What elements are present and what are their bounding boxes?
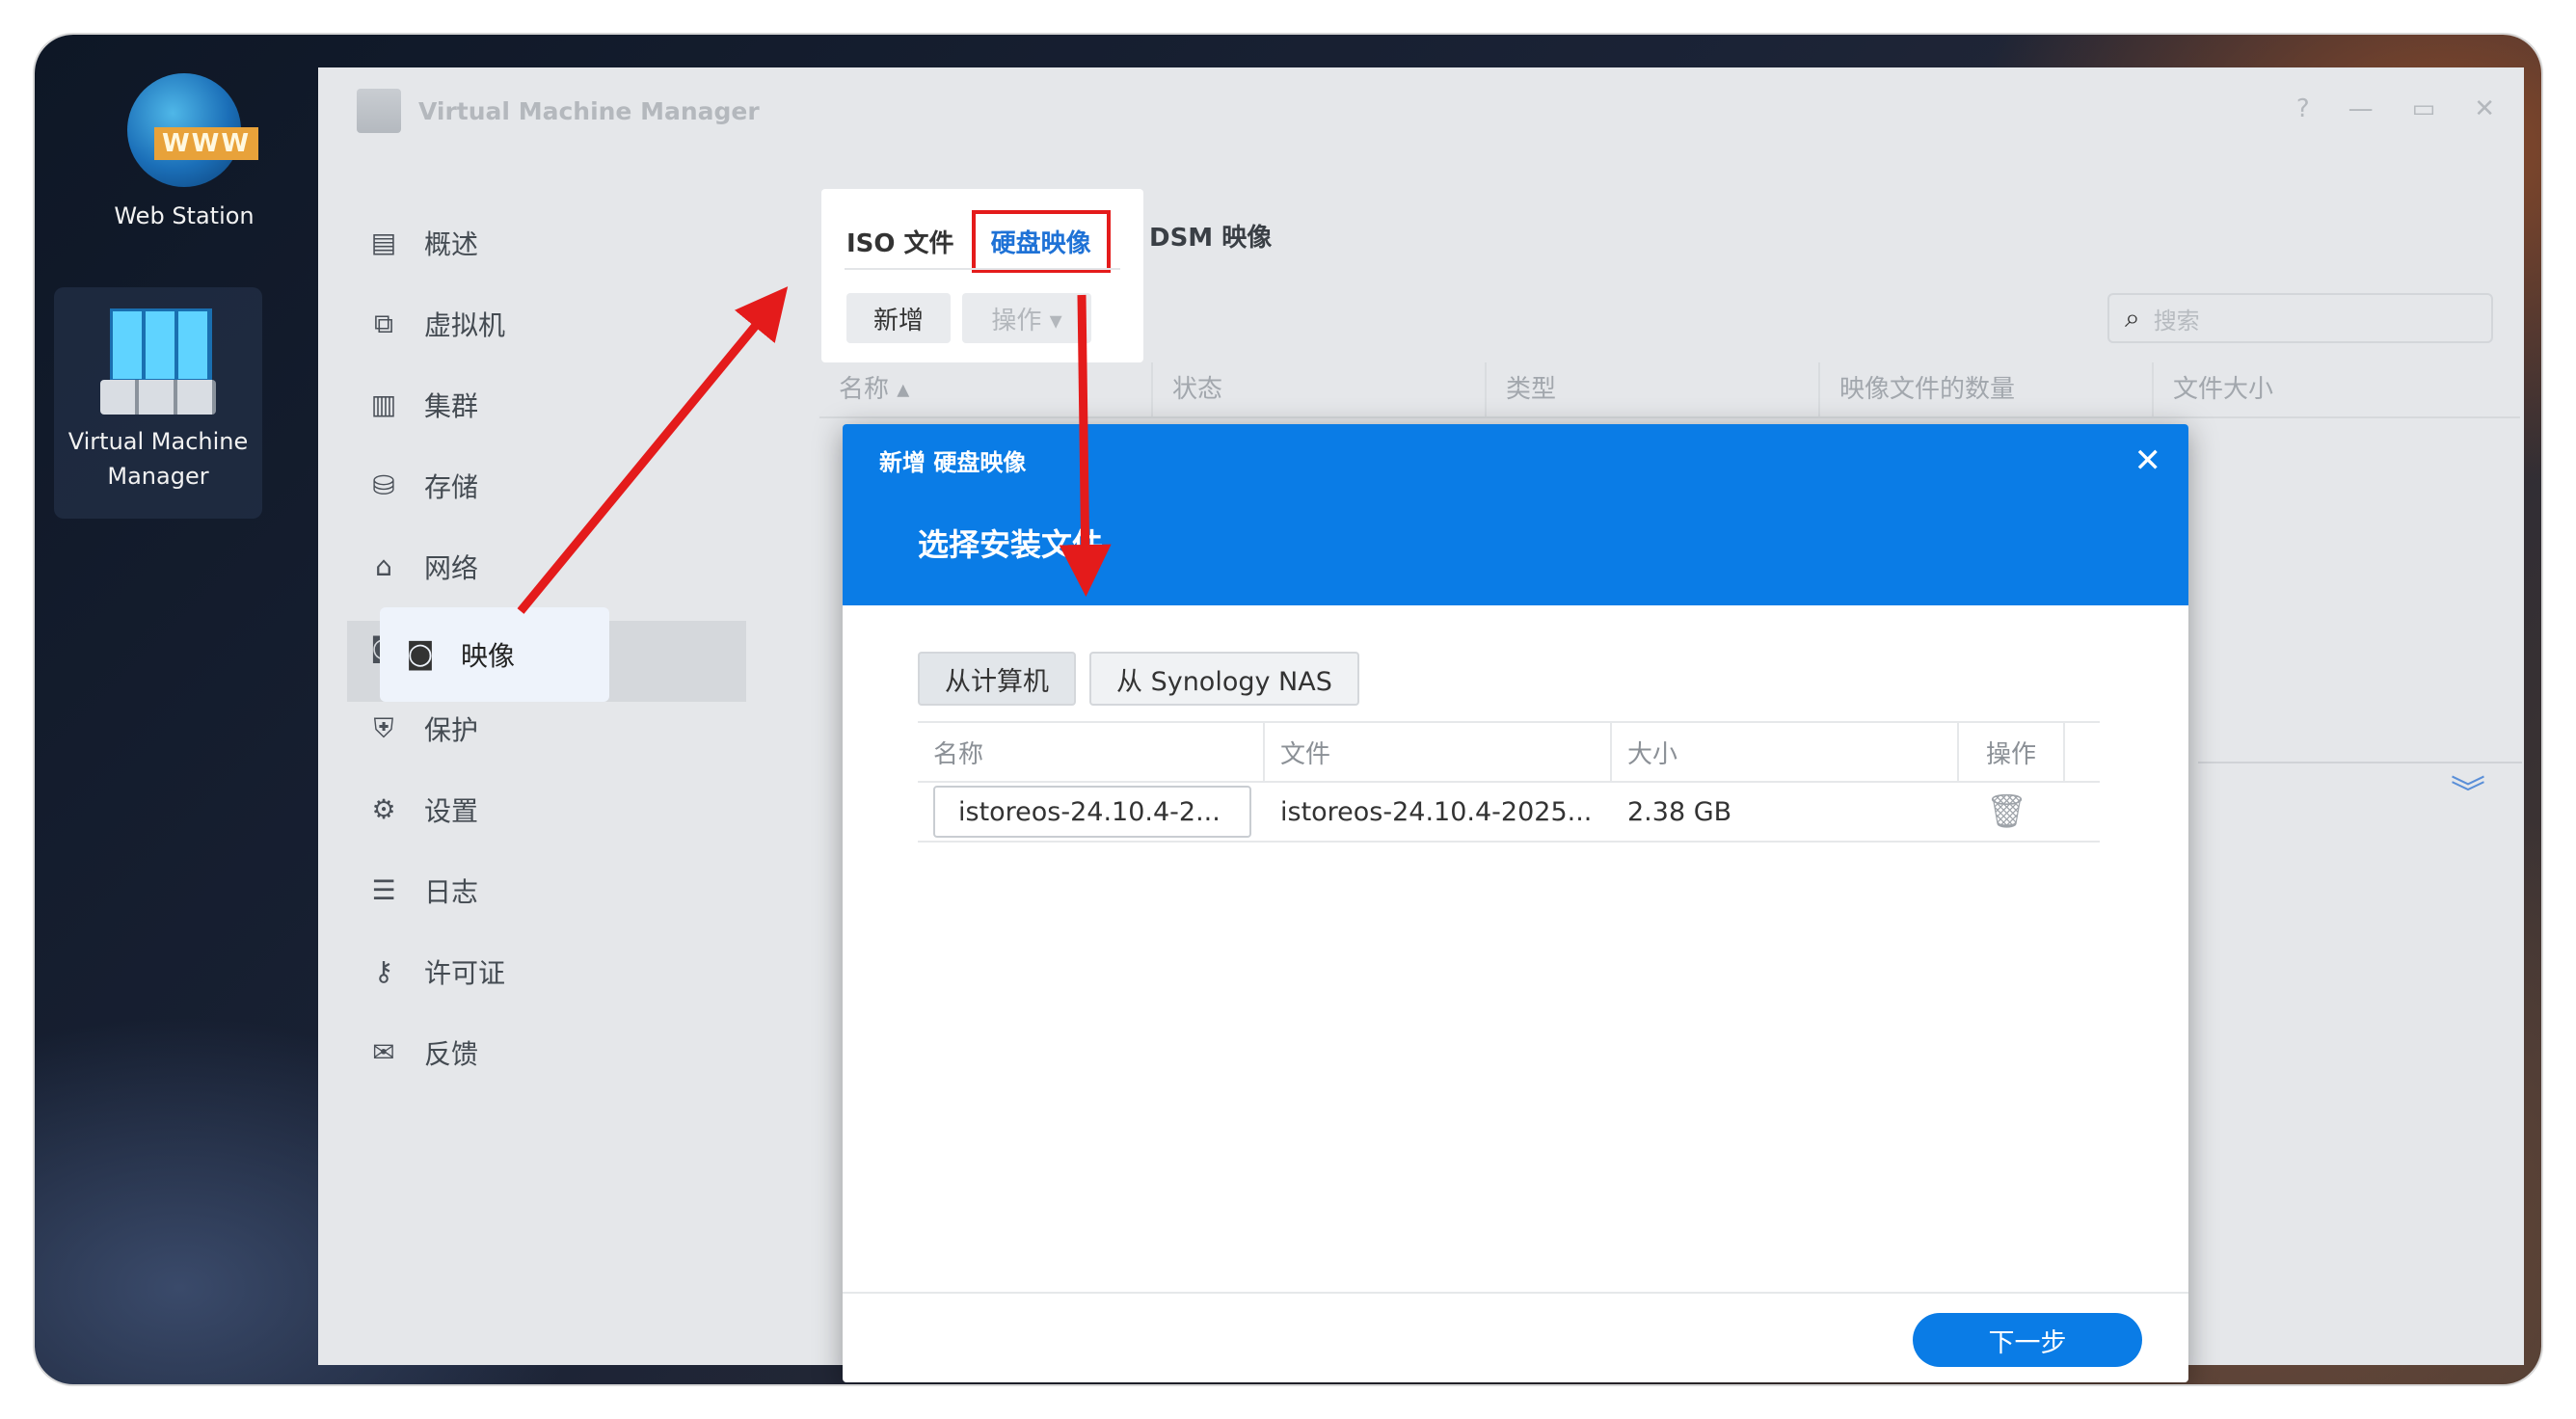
arrow-to-source-buttons xyxy=(1059,294,1112,597)
arrow-to-disk-tab xyxy=(517,286,789,614)
annotation-arrows xyxy=(517,286,1112,614)
